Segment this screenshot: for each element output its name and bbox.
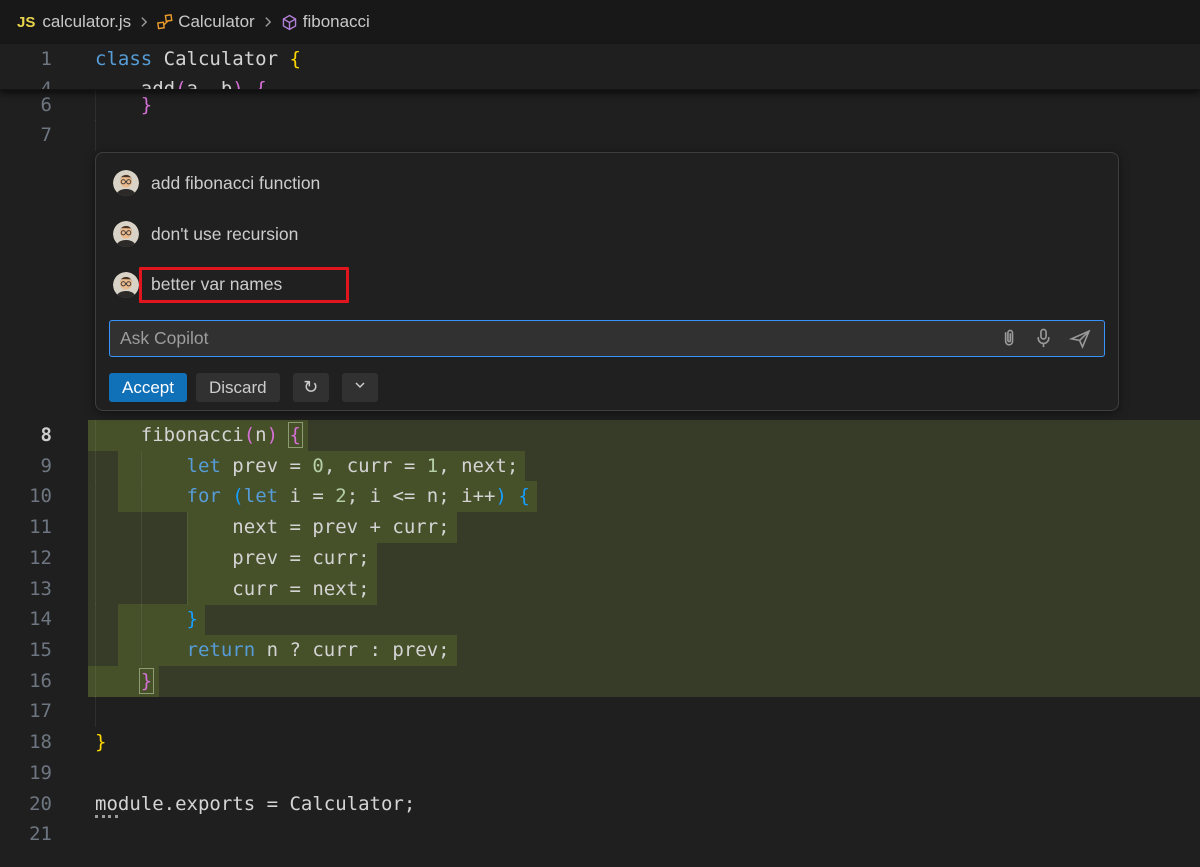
chat-message-text: don't use recursion (151, 224, 298, 245)
code-text: } (95, 604, 198, 635)
chat-input-container (109, 320, 1105, 357)
line-number: 16 (0, 666, 52, 697)
line-number: 11 (0, 512, 52, 543)
line-number: 4 (0, 74, 52, 90)
chat-input-icons (998, 327, 1104, 350)
code-line-12[interactable]: 12 prev = curr; (0, 543, 1200, 574)
send-icon[interactable] (1068, 328, 1092, 350)
chat-message-row: add fibonacci function (109, 166, 1105, 200)
chat-message-text: add fibonacci function (151, 173, 320, 194)
line-number: 18 (0, 727, 52, 758)
code-line-20[interactable]: 20 module.exports = Calculator; (0, 789, 1200, 820)
chat-message-row: don't use recursion (109, 217, 1105, 251)
code-editor[interactable]: 6 }78 fibonacci(n) {9 let prev = 0, curr… (0, 0, 1200, 867)
microphone-icon[interactable] (1033, 327, 1054, 350)
line-number: 7 (0, 120, 52, 151)
chat-input[interactable] (110, 328, 998, 349)
code-line-1[interactable]: 1 class Calculator { (0, 44, 1200, 75)
more-actions-button[interactable] (342, 373, 378, 402)
line-number: 9 (0, 451, 52, 482)
code-line-4[interactable]: 4 add(a, b) { (0, 74, 1200, 90)
code-line-15[interactable]: 15 return n ? curr : prev; (0, 635, 1200, 666)
user-avatar-icon (113, 221, 139, 247)
code-text: curr = next; (95, 574, 370, 605)
accept-button[interactable]: Accept (109, 373, 187, 402)
line-number: 20 (0, 789, 52, 820)
code-line-18[interactable]: 18} (0, 727, 1200, 758)
code-line-21[interactable]: 21 (0, 819, 1200, 850)
code-line-16[interactable]: 16 } (0, 666, 1200, 697)
code-text: class Calculator { (95, 44, 301, 75)
diff-inserted-line-background (88, 604, 1200, 636)
code-text: next = prev + curr; (95, 512, 450, 543)
code-text: } (95, 727, 106, 758)
chat-message-text: better var names (151, 274, 282, 294)
inline-chat-actions: Accept Discard ↻ (109, 373, 1105, 402)
line-number: 17 (0, 696, 52, 727)
code-line-9[interactable]: 9 let prev = 0, curr = 1, next; (0, 451, 1200, 482)
user-avatar-icon (113, 170, 139, 196)
indent-guide (95, 696, 96, 727)
code-line-19[interactable]: 19 (0, 758, 1200, 789)
code-line-10[interactable]: 10 for (let i = 2; i <= n; i++) { (0, 481, 1200, 512)
inline-chat-widget: add fibonacci function don't use recursi… (95, 152, 1119, 411)
code-line-17[interactable]: 17 (0, 696, 1200, 727)
code-text: return n ? curr : prev; (95, 635, 450, 666)
line-number: 12 (0, 543, 52, 574)
attach-paperclip-icon[interactable] (998, 327, 1019, 350)
chat-message-row: better var names (109, 268, 1105, 302)
code-text: prev = curr; (95, 543, 370, 574)
line-number: 19 (0, 758, 52, 789)
line-number: 15 (0, 635, 52, 666)
code-text: fibonacci(n) { (95, 420, 301, 451)
code-line-13[interactable]: 13 curr = next; (0, 574, 1200, 605)
line-number: 1 (0, 44, 52, 75)
regenerate-button[interactable]: ↻ (293, 373, 329, 402)
line-number: 10 (0, 481, 52, 512)
annotation-box: better var names (139, 267, 349, 303)
sticky-scroll[interactable]: 1class Calculator {4 add(a, b) { (0, 44, 1200, 90)
refresh-icon: ↻ (303, 377, 318, 398)
line-number: 6 (0, 90, 52, 121)
code-line-11[interactable]: 11 next = prev + curr; (0, 512, 1200, 543)
code-line-14[interactable]: 14 } (0, 604, 1200, 635)
code-text: let prev = 0, curr = 1, next; (95, 451, 518, 482)
line-number: 21 (0, 819, 52, 850)
code-text: for (let i = 2; i <= n; i++) { (95, 481, 530, 512)
code-line-8[interactable]: 8 fibonacci(n) { (0, 420, 1200, 451)
code-text: } (95, 666, 152, 697)
line-number: 13 (0, 574, 52, 605)
line-number: 14 (0, 604, 52, 635)
line-number: 8 (0, 420, 52, 451)
code-text: add(a, b) { (95, 74, 267, 90)
indent-guide (95, 120, 96, 151)
user-avatar-icon (113, 272, 139, 298)
code-text: module.exports = Calculator; (95, 789, 415, 820)
diff-inserted-line-background (88, 666, 1200, 698)
chevron-down-icon (352, 377, 368, 398)
discard-button[interactable]: Discard (196, 373, 280, 402)
vscode-editor-window: JS calculator.js Calculator fibonacci 1c… (0, 0, 1200, 867)
code-text: } (95, 90, 152, 121)
code-line-7[interactable]: 7 (0, 120, 1200, 151)
code-line-6[interactable]: 6 } (0, 90, 1200, 121)
